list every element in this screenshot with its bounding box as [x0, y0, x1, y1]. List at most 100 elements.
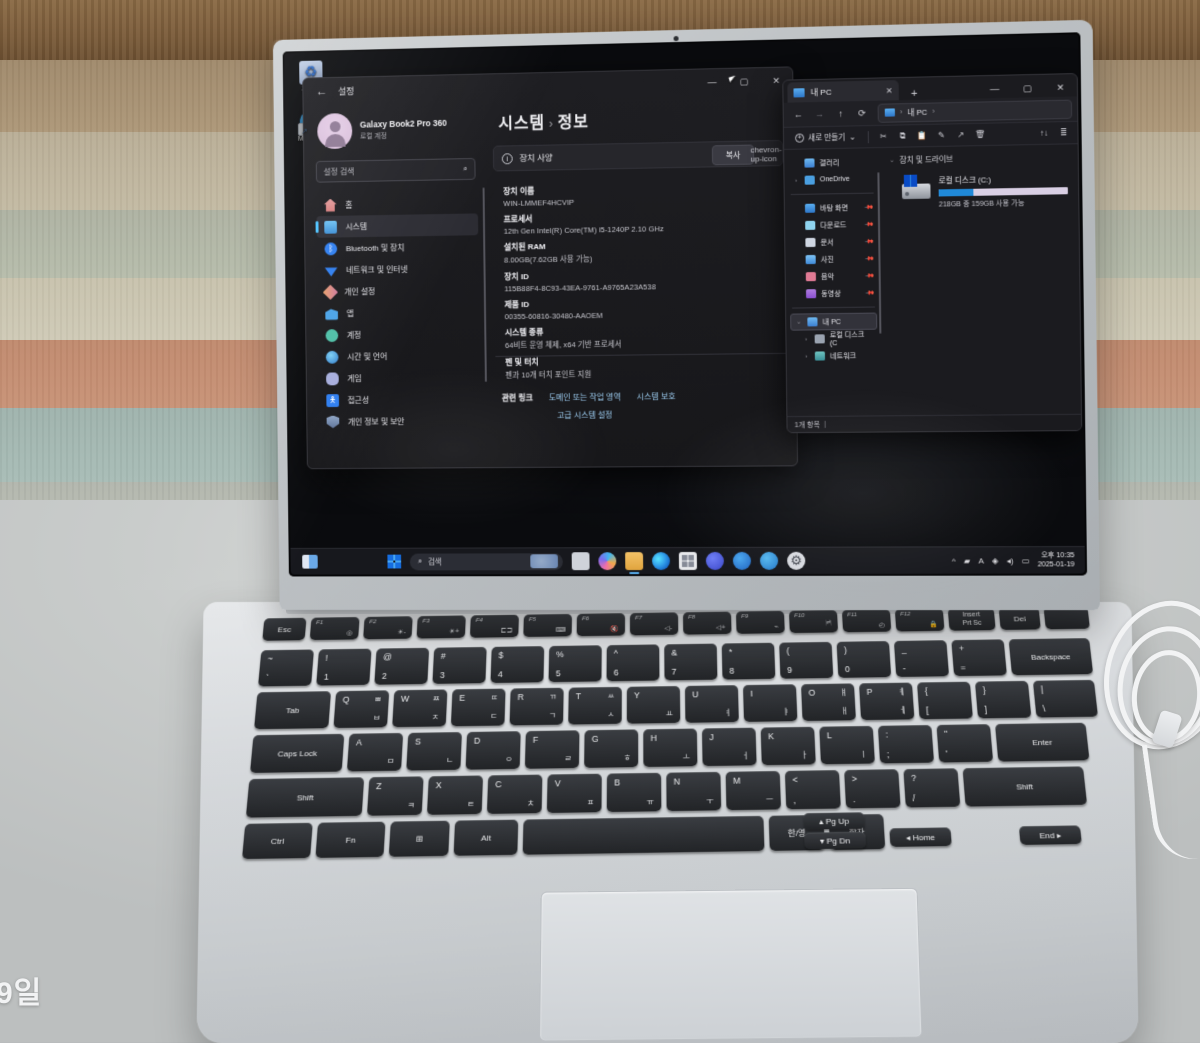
- key-shift[interactable]: Shift: [246, 777, 364, 817]
- key-caps-lock[interactable]: Caps Lock: [250, 734, 344, 773]
- sidebar-item-bluetooth[interactable]: Bluetooth 및 장치: [317, 235, 479, 259]
- chevron-icon[interactable]: ⌄: [795, 318, 802, 325]
- chevron-up-icon[interactable]: chevron-up-icon: [758, 144, 774, 164]
- key-y[interactable]: Yㅛ: [627, 686, 680, 724]
- app-blue-2-icon[interactable]: [733, 552, 751, 570]
- key-2[interactable]: @2: [374, 648, 429, 685]
- key-f10[interactable]: F10🖻: [789, 610, 838, 633]
- pin-icon[interactable]: 📌: [863, 254, 873, 264]
- key--[interactable]: _-: [894, 640, 949, 677]
- up-button[interactable]: ↑: [831, 104, 850, 124]
- key-u[interactable]: Uㅕ: [685, 685, 739, 723]
- key-4[interactable]: $4: [490, 646, 544, 683]
- key-ctrl[interactable]: Ctrl: [242, 823, 313, 859]
- maximize-button[interactable]: ▢: [1011, 75, 1044, 102]
- key-backspace[interactable]: Backspace: [1009, 638, 1094, 675]
- key-blank[interactable]: [523, 816, 765, 855]
- key--[interactable]: ⊞: [389, 821, 450, 857]
- key-l[interactable]: Lㅣ: [819, 726, 875, 764]
- sidebar-item-accessibility[interactable]: 접근성: [319, 388, 481, 411]
- explorer-nav-item[interactable]: 문서📌: [789, 233, 876, 251]
- device-spec-card-header[interactable]: i 장치 사양 복사 chevron-up-icon: [493, 140, 783, 172]
- key-f6[interactable]: F6🔇: [577, 613, 625, 636]
- key-7[interactable]: &7: [664, 644, 717, 681]
- key-f2[interactable]: F2☀-: [363, 616, 413, 639]
- explorer-nav-item[interactable]: 사진📌: [789, 250, 876, 268]
- key-f8[interactable]: F8◁+: [683, 612, 732, 635]
- sidebar-item-personalization[interactable]: 개인 설정: [317, 279, 479, 303]
- tab-this-pc[interactable]: 내 PC ✕: [787, 80, 899, 103]
- key-h[interactable]: Hㅗ: [643, 729, 697, 767]
- key-f9[interactable]: F9⌁: [736, 611, 785, 634]
- explorer-nav-item[interactable]: ›로컬 디스크 (C: [798, 330, 877, 348]
- explorer-nav-item[interactable]: 다운로드📌: [789, 216, 876, 235]
- back-button[interactable]: ←: [789, 105, 808, 124]
- key-o[interactable]: Oㅒㅐ: [801, 683, 856, 721]
- account-card[interactable]: Galaxy Book2 Pro 360 로컬 계정: [317, 110, 479, 149]
- sidebar-item-privacy-security[interactable]: 개인 정보 및 보안: [319, 410, 481, 433]
- key-fn[interactable]: Fn: [315, 822, 385, 858]
- key-alt[interactable]: Alt: [454, 820, 519, 856]
- key-1[interactable]: !1: [316, 649, 371, 686]
- key-t[interactable]: Tㅆㅅ: [568, 687, 622, 725]
- key-i[interactable]: Iㅑ: [743, 684, 797, 722]
- key-f12[interactable]: F12🔒: [895, 608, 945, 631]
- key-n[interactable]: Nㅜ: [666, 772, 721, 811]
- key-f11[interactable]: F11◴: [842, 609, 891, 632]
- key-x[interactable]: Xㅌ: [427, 775, 483, 814]
- chevron-icon[interactable]: ›: [803, 353, 810, 359]
- sort-icon[interactable]: ↑↓: [1035, 124, 1053, 142]
- key-b[interactable]: Bㅠ: [607, 773, 662, 812]
- sidebar-item-network[interactable]: 네트워크 및 인터넷: [317, 257, 479, 281]
- widgets-icon[interactable]: [302, 555, 318, 569]
- key-p[interactable]: Pㅖㅔ: [859, 683, 914, 721]
- key--[interactable]: ~`: [258, 649, 314, 686]
- pin-icon[interactable]: 📌: [863, 236, 873, 246]
- paste-icon[interactable]: 📋: [913, 127, 931, 145]
- key-f4[interactable]: F4⊏⊐: [470, 615, 519, 638]
- key--[interactable]: +=: [951, 639, 1007, 676]
- key-j[interactable]: Jㅓ: [702, 728, 757, 766]
- microsoft-store-icon[interactable]: [679, 552, 697, 570]
- key-end-[interactable]: End ▸: [1019, 825, 1082, 845]
- key-0[interactable]: )0: [837, 641, 892, 678]
- sidebar-item-time-language[interactable]: 시간 및 언어: [318, 344, 480, 367]
- key-g[interactable]: Gㅎ: [584, 729, 638, 768]
- file-explorer-icon[interactable]: [625, 552, 643, 570]
- pin-icon[interactable]: 📌: [864, 288, 874, 298]
- group-header-devices-drives[interactable]: ⌄ 장치 및 드라이브: [889, 151, 1069, 166]
- key-8[interactable]: *8: [722, 643, 776, 680]
- explorer-nav-item[interactable]: ⌄내 PC: [790, 313, 877, 331]
- key-6[interactable]: ^6: [607, 644, 660, 681]
- key-c[interactable]: Cㅊ: [487, 775, 543, 814]
- key--[interactable]: <,: [785, 770, 841, 809]
- key-shift[interactable]: Shift: [963, 766, 1088, 806]
- key-9[interactable]: (9: [779, 642, 833, 679]
- explorer-nav-item[interactable]: ›OneDrive: [788, 170, 875, 189]
- key-a[interactable]: Aㅁ: [347, 733, 403, 772]
- key-del[interactable]: Del: [999, 607, 1041, 630]
- address-bar[interactable]: › 내 PC ›: [878, 99, 1073, 122]
- key-w[interactable]: Wㅉㅈ: [392, 689, 447, 727]
- cut-icon[interactable]: ✂: [875, 128, 892, 145]
- key-e[interactable]: Eㄸㄷ: [451, 689, 506, 727]
- key-m[interactable]: Mㅡ: [726, 771, 781, 810]
- key-f1[interactable]: F1◎: [310, 617, 360, 640]
- key-enter[interactable]: Enter: [995, 723, 1090, 762]
- back-arrow-icon[interactable]: ←: [311, 84, 332, 98]
- copilot-icon[interactable]: [599, 552, 617, 570]
- key--pg-up[interactable]: ▴ Pg Up: [803, 812, 865, 829]
- key--pg-dn[interactable]: ▾ Pg Dn: [804, 832, 866, 850]
- close-icon[interactable]: ✕: [886, 86, 893, 95]
- refresh-button[interactable]: ⟳: [852, 103, 871, 123]
- link-domain-workspace[interactable]: 도메인 또는 작업 영역: [549, 392, 621, 404]
- key--[interactable]: "': [936, 724, 993, 762]
- explorer-nav-item[interactable]: 바탕 화면📌: [789, 199, 876, 218]
- share-icon[interactable]: ↗: [952, 126, 970, 144]
- key-f5[interactable]: F5⌨: [523, 614, 572, 637]
- key-k[interactable]: Kㅏ: [761, 727, 816, 765]
- explorer-nav-item[interactable]: 동영상📌: [790, 284, 877, 302]
- drive-item-local-disk-c[interactable]: 로컬 디스크 (C:) 218GB 중 159GB 사용 가능: [902, 172, 1070, 210]
- minimize-button[interactable]: —: [696, 69, 728, 96]
- search-input[interactable]: ⌕ 검색: [410, 553, 563, 570]
